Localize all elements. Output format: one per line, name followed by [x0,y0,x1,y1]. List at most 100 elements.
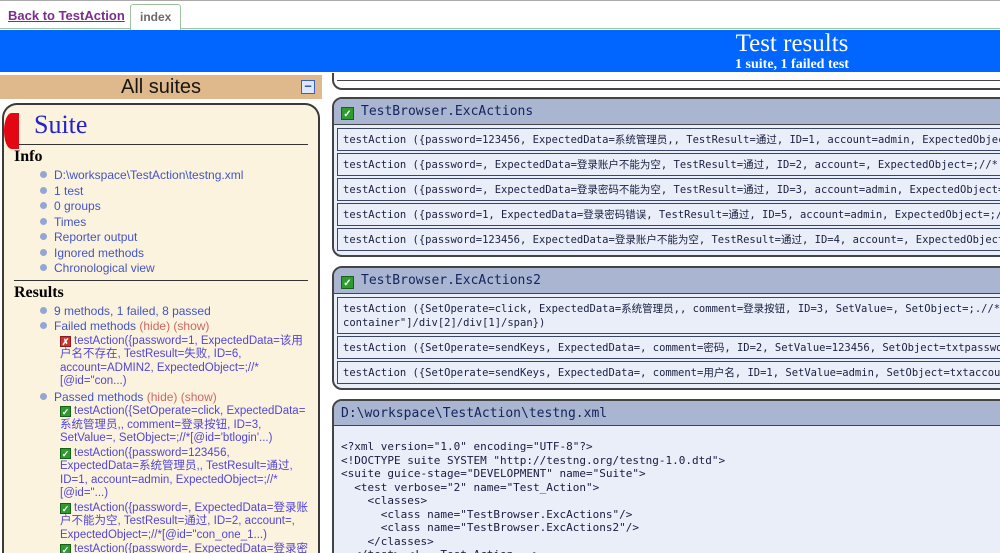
sidebar-item-groups[interactable]: 0 groups [54,199,101,213]
back-to-testaction-link[interactable]: Back to TestAction [8,8,125,23]
test-method-row: testAction ({SetOperate=sendKeys, Expect… [337,361,1000,384]
suite-red-badge-icon [4,113,19,149]
test-method-row: testAction ({password=123456, ExpectedDa… [337,128,1000,151]
bullet-icon [40,187,47,194]
passed-method-label[interactable]: testAction({SetOperate=click, ExpectedDa… [60,405,305,444]
sidebar-item-times[interactable]: Times [54,215,86,229]
passed-check-icon: ✓ [60,406,71,417]
class-panel-body: testAction ({password=123456, ExpectedDa… [334,125,1000,255]
bullet-icon [40,171,47,178]
passed-check-icon: ✓ [60,544,71,553]
xml-code-block: <?xml version="1.0" encoding="UTF-8"?> <… [334,426,1000,553]
failed-method-label[interactable]: testAction({password=1, ExpectedData=该用户… [60,335,303,388]
failed-show-link[interactable]: (show) [173,319,209,333]
passed-hide-link[interactable]: (hide) [147,390,178,404]
failed-methods-link[interactable]: Failed methods [54,319,136,333]
failed-method-entry[interactable]: ✗testAction({password=1, ExpectedData=该用… [60,335,308,389]
code-line: <!DOCTYPE suite SYSTEM "http://testng.or… [341,454,1000,468]
passed-method-entry[interactable]: ✓testAction({password=, ExpectedData=登录密… [60,543,308,553]
code-line: <suite guice-stage="DEVELOPMENT" name="S… [341,467,1000,481]
test-method-text: testAction ({SetOperate=click, ExpectedD… [343,302,1000,316]
test-method-row: testAction ({password=1, ExpectedData=登录… [337,203,1000,226]
info-link-list: D:\workspace\TestAction\testng.xml 1 tes… [14,168,308,276]
info-heading: Info [14,148,308,166]
bullet-icon [40,202,47,209]
class-panel-excactions: ✓ TestBrowser.ExcActions testAction ({pas… [332,97,1000,257]
collapse-icon[interactable]: − [301,80,315,94]
code-line: </test> <!-- Test_Action --> [341,548,1000,553]
divider [14,280,308,281]
test-results-banner: Test results 1 suite, 1 failed test [0,30,1000,72]
test-method-row: testAction ({SetOperate=sendKeys, Expect… [337,336,1000,359]
code-line: <class name="TestBrowser.ExcActions2"/> [341,521,1000,535]
test-method-text: testAction ({SetOperate=sendKeys, Expect… [343,341,1000,355]
bullet-icon [40,233,47,240]
all-suites-label: All suites [121,76,201,98]
testng-xml-panel: D:\workspace\TestAction\testng.xml <?xml… [332,399,1000,553]
divider [337,73,1000,81]
suites-navigator: All suites − Suite Info D:\workspace\Tes… [0,75,322,553]
list-item: Chronological view [40,261,308,276]
test-method-row: testAction ({password=, ExpectedData=登录密… [337,178,1000,201]
xml-file-path: D:\workspace\TestAction\testng.xml [341,406,607,421]
passed-check-icon: ✓ [60,448,71,459]
passed-method-entry[interactable]: ✓testAction({SetOperate=click, ExpectedD… [60,405,308,446]
test-method-text: testAction ({password=, ExpectedData=登录密… [343,183,1000,197]
bullet-icon [40,322,47,329]
list-item: 1 test [40,184,308,199]
class-panel-header: ✓ TestBrowser.ExcActions [334,99,1000,125]
failed-hide-link[interactable]: (hide) [139,319,170,333]
passed-methods-link[interactable]: Passed methods [54,390,143,404]
list-item: Times [40,215,308,230]
bullet-icon [40,249,47,256]
page-title: Test results [332,31,1000,57]
failed-cross-icon: ✗ [60,336,71,347]
results-list: 9 methods, 1 failed, 8 passed Failed met… [14,304,308,553]
test-method-row: testAction ({SetOperate=click, ExpectedD… [337,297,1000,334]
sidebar-item-testng-xml[interactable]: D:\workspace\TestAction\testng.xml [54,168,243,182]
sidebar-item-chronological-view[interactable]: Chronological view [54,261,155,275]
test-method-text: testAction ({password=123456, ExpectedDa… [343,133,1000,147]
code-line: </classes> [341,535,1000,549]
test-method-text: testAction ({password=1, ExpectedData=登录… [343,208,1000,222]
suite-title[interactable]: Suite [34,110,308,140]
scrolled-panel-bottom [332,73,1000,90]
passed-method-label[interactable]: testAction({password=, ExpectedData=登录密码… [60,543,308,553]
class-panel-body: testAction ({SetOperate=click, ExpectedD… [334,294,1000,388]
list-item: Failed methods (hide) (show) ✗testAction… [40,319,308,389]
code-line: <?xml version="1.0" encoding="UTF-8"?> [341,440,1000,454]
bullet-icon [40,307,47,314]
sidebar-item-tests[interactable]: 1 test [54,184,83,198]
sidebar-item-ignored-methods[interactable]: Ignored methods [54,246,144,260]
all-suites-header: All suites − [0,75,322,99]
class-title: TestBrowser.ExcActions [361,104,533,119]
methods-summary-link[interactable]: 9 methods, 1 failed, 8 passed [54,304,211,318]
list-item: Reporter output [40,230,308,245]
list-item: 9 methods, 1 failed, 8 passed [40,304,308,319]
bullet-icon [40,218,47,225]
list-item: Passed methods (hide) (show) ✓testAction… [40,390,308,553]
passed-method-label[interactable]: testAction({password=123456, ExpectedDat… [60,447,293,500]
top-navigation-bar: Back to TestAction index [0,0,1000,29]
bullet-icon [40,393,47,400]
passed-method-entry[interactable]: ✓testAction({password=123456, ExpectedDa… [60,447,308,501]
list-item: Ignored methods [40,246,308,261]
tab-index[interactable]: index [130,4,181,30]
list-item: 0 groups [40,199,308,214]
code-line: <class name="TestBrowser.ExcActions"/> [341,508,1000,522]
test-method-row: testAction ({password=, ExpectedData=登录账… [337,153,1000,176]
class-title: TestBrowser.ExcActions2 [361,273,541,288]
results-main-panel: ✓ TestBrowser.ExcActions testAction ({pas… [332,73,1000,553]
divider [14,144,308,145]
passed-method-label[interactable]: testAction({password=, ExpectedData=登录账户… [60,502,308,541]
sidebar-item-reporter-output[interactable]: Reporter output [54,230,137,244]
passed-check-icon: ✓ [341,107,354,120]
suite-card: Suite Info D:\workspace\TestAction\testn… [2,103,320,553]
passed-show-link[interactable]: (show) [181,390,217,404]
passed-check-icon: ✓ [60,503,71,514]
passed-method-entry[interactable]: ✓testAction({password=, ExpectedData=登录账… [60,502,308,543]
test-method-text: testAction ({password=, ExpectedData=登录账… [343,158,1000,172]
list-item: D:\workspace\TestAction\testng.xml [40,168,308,183]
code-line: <classes> [341,494,1000,508]
testng-xml-header: D:\workspace\TestAction\testng.xml [334,401,1000,426]
